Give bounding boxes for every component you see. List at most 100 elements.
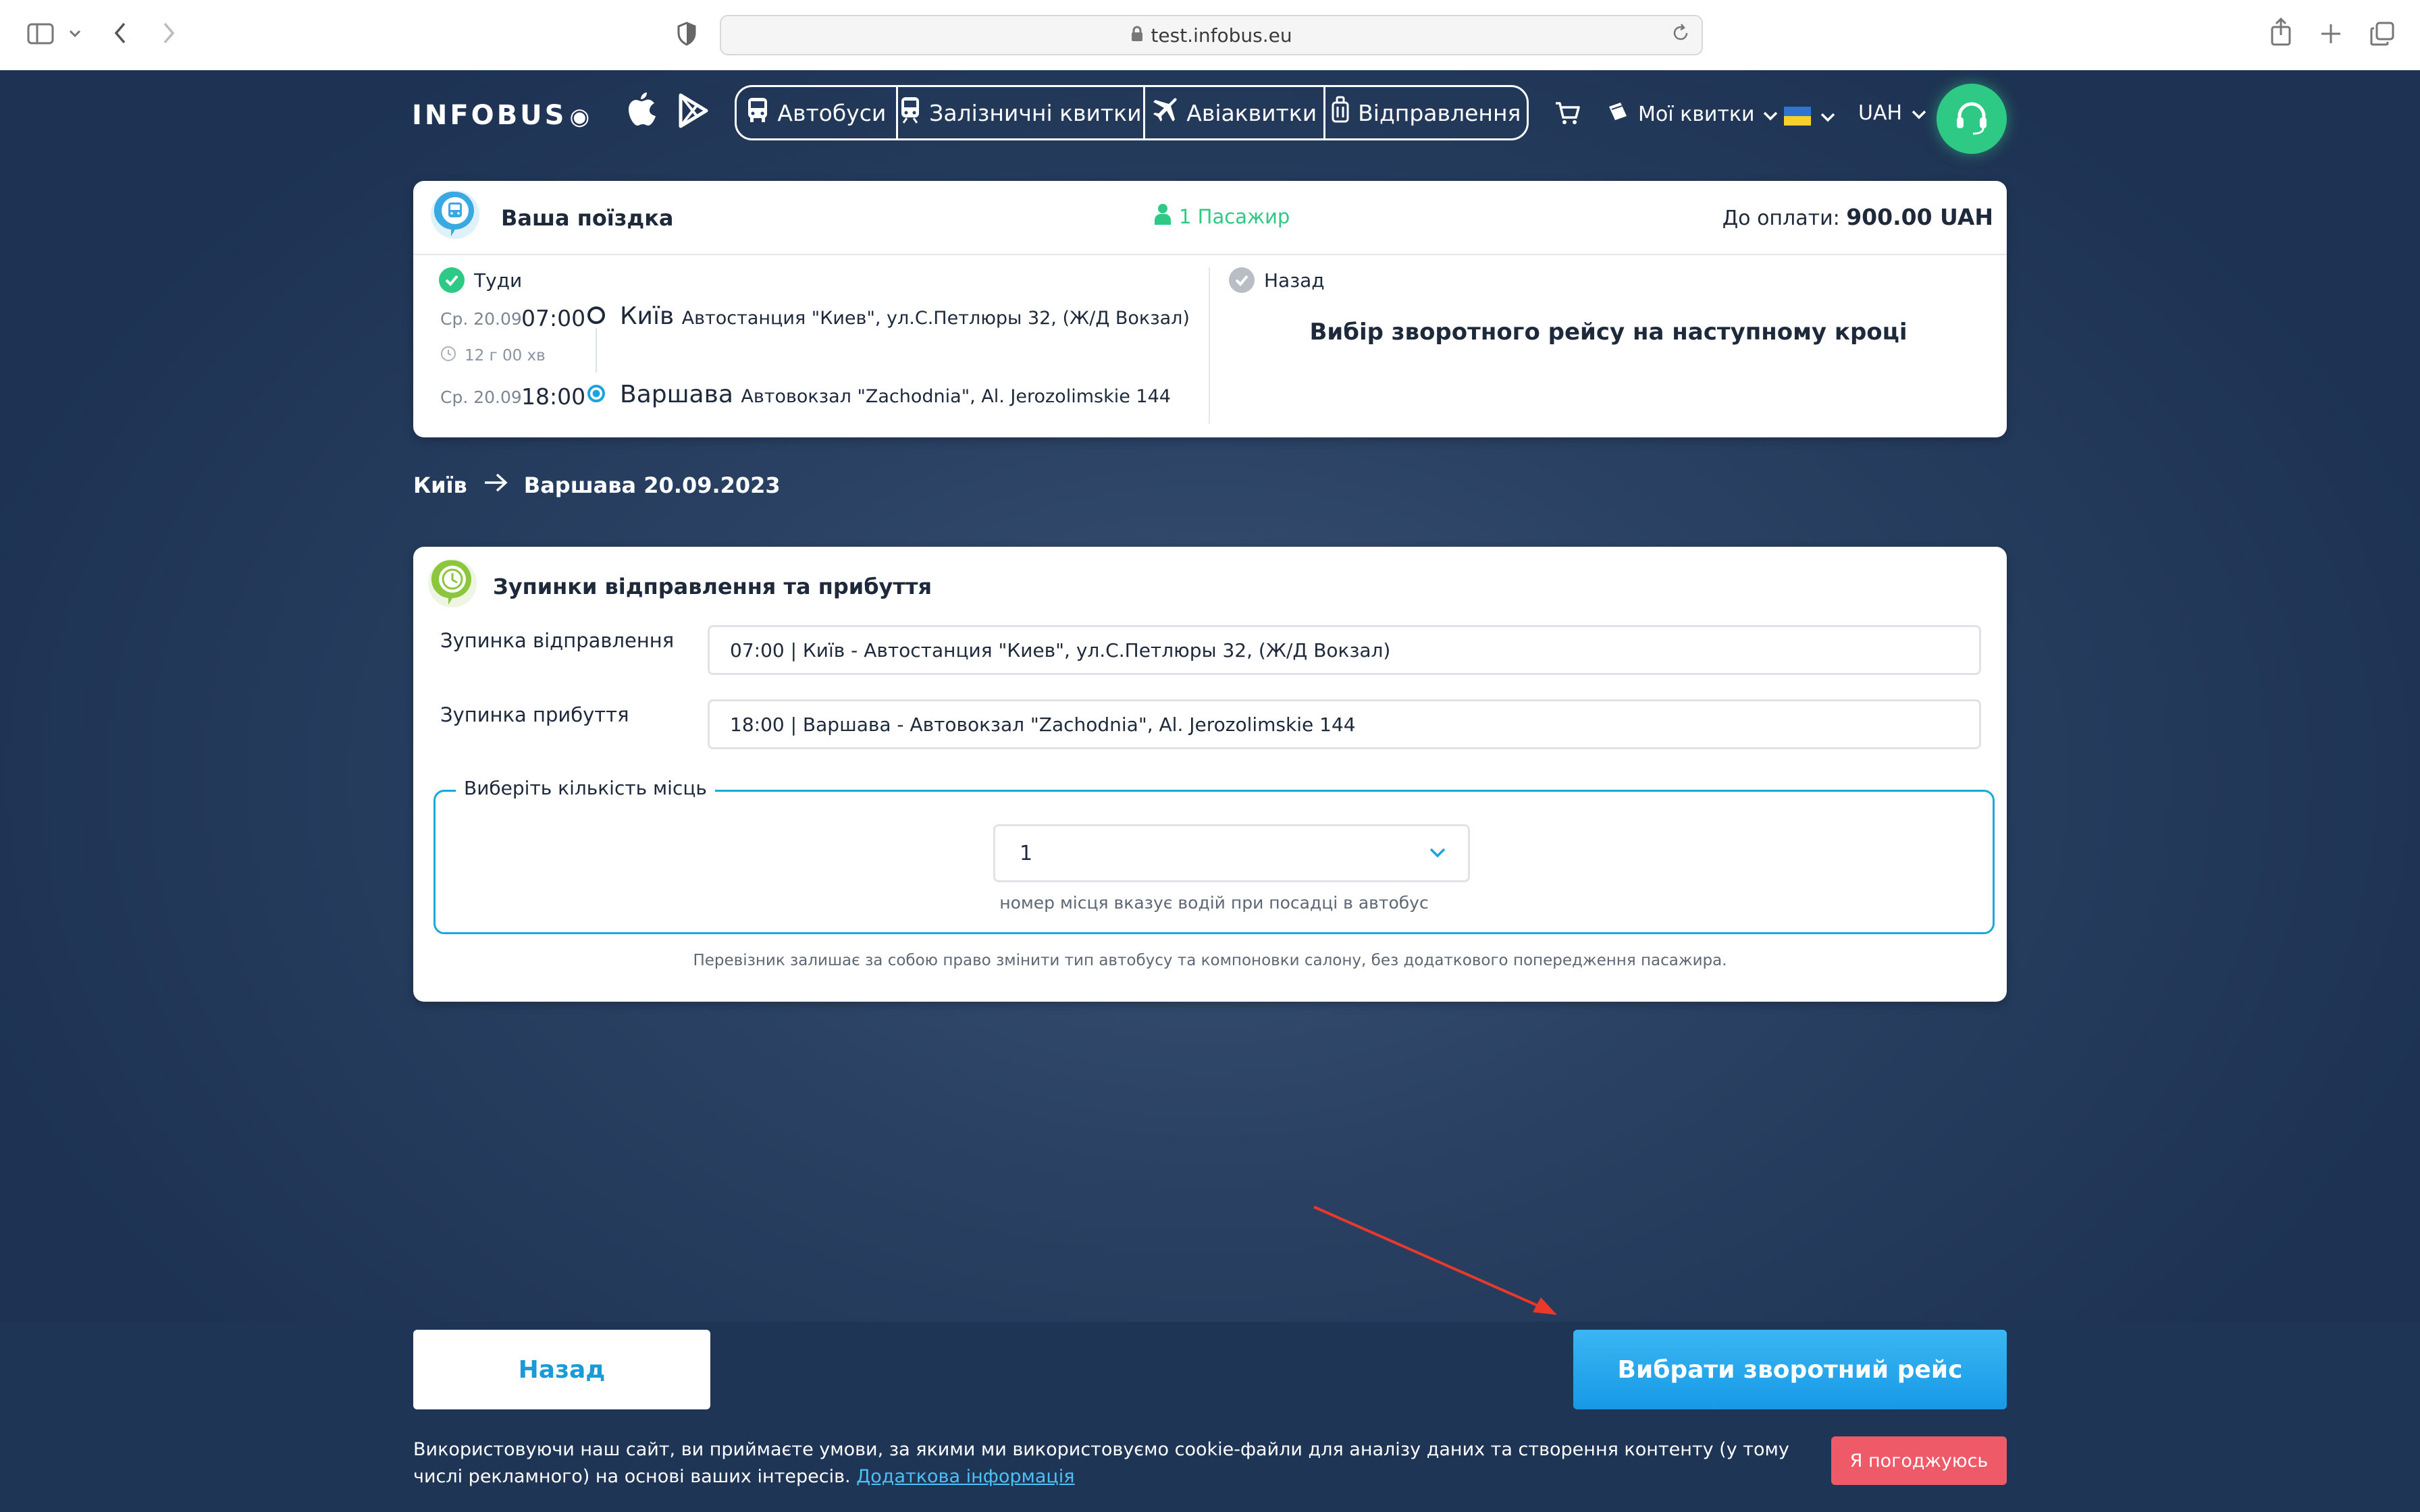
departure-city: Київ [620,302,675,330]
train-icon [899,96,929,130]
bus-icon [746,97,777,129]
chevron-down-icon [1763,103,1778,126]
outbound-label: Туди [439,267,522,293]
seat-hint: номер місця вказує водій при посадці в а… [999,893,1429,913]
chevron-down-icon [1427,842,1448,868]
route-heading: Київ Варшава 20.09.2023 [413,473,781,498]
cart-icon[interactable] [1554,101,1581,126]
departure-time: 07:00 [521,305,586,331]
nav-buses[interactable]: Автобуси [737,87,898,138]
nav-train-tickets[interactable]: Залізничні квитки [898,87,1145,138]
reload-icon[interactable] [1671,23,1691,48]
return-label: Назад [1229,267,1325,293]
trip-summary-card: Ваша поїздка 1 Пасажир До оплати: 900.00… [413,181,2007,437]
apple-icon[interactable] [627,90,659,131]
back-arrow-icon[interactable] [113,22,127,47]
seats-legend: Виберіть кількість місць [456,777,715,799]
cookie-agree-button[interactable]: Я погоджуюсь [1831,1436,2007,1485]
person-icon [1153,202,1179,230]
arrival-stop-label: Зупинка прибуття [440,703,629,726]
return-label-text: Назад [1264,269,1325,292]
currency-label: UAH [1858,101,1903,125]
departure-stop: Київ Автостанция "Киев", ул.С.Петлюры 32… [620,302,1190,330]
route-to-date: Варшава 20.09.2023 [523,473,781,498]
arrival-station: Автовокзал "Zachodnia", Al. Jerozolimski… [741,386,1171,407]
shield-icon[interactable] [677,22,697,49]
stops-title: Зупинки відправлення та прибуття [493,574,932,599]
clock-icon [440,346,456,366]
chevron-down-icon [1912,101,1926,125]
luggage-icon [1331,96,1358,130]
payment-amount: 900.00 UAH [1846,204,1993,230]
stops-card: Зупинки відправлення та прибуття Зупинка… [413,547,2007,1002]
browser-toolbar: test.infobus.eu [0,0,2420,72]
return-trip-message: Вибір зворотного рейсу на наступному кро… [1309,319,1908,346]
forward-arrow-icon[interactable] [162,22,176,47]
departure-point-icon [587,306,605,324]
arrival-point-icon [587,385,605,402]
ticket-icon [1607,101,1629,127]
trip-divider [1209,267,1210,424]
check-circle-icon [1229,267,1255,293]
cookie-notice-text: Використовуючи наш сайт, ви приймаєте ум… [413,1439,1789,1487]
arrow-right-icon [467,473,524,498]
check-circle-icon [439,267,465,293]
logo-text: INFOBUS [412,100,567,131]
arrival-city: Варшава [620,381,733,408]
arrival-stop-field[interactable]: 18:00 | Варшава - Автовокзал "Zachodnia"… [708,699,1981,749]
ukraine-flag-icon [1784,106,1811,126]
seat-count-select[interactable]: 1 [993,824,1470,882]
my-tickets-menu[interactable]: Мої квитки [1607,101,1778,127]
infobus-logo[interactable]: INFOBUS ◉ [412,100,593,131]
nav-train-label: Залізничні квитки [929,99,1142,126]
address-bar[interactable]: test.infobus.eu [720,15,1703,55]
chevron-down-icon [1820,104,1835,128]
my-tickets-label: Мої квитки [1638,102,1755,126]
passenger-count-label: 1 Пасажир [1179,205,1290,228]
route-line [596,328,597,373]
seats-fieldset: Виберіть кількість місць 1 номер місця в… [433,777,1995,934]
clock-badge-icon [428,559,477,608]
passenger-count[interactable]: 1 Пасажир [1153,202,1290,230]
tabs-overview-icon[interactable] [2370,22,2394,49]
new-tab-icon[interactable] [2320,23,2342,47]
headset-icon [1951,97,1992,140]
url-text: test.infobus.eu [1151,24,1292,47]
carrier-note: Перевізник залишає за собою право змінит… [693,952,1727,969]
share-icon[interactable] [2270,17,2292,49]
departure-station: Автостанция "Киев", ул.С.Петлюры 32, (Ж/… [681,308,1190,329]
arrival-stop: Варшава Автовокзал "Zachodnia", Al. Jero… [620,381,1171,408]
lock-icon [1130,24,1144,47]
nav-buses-label: Автобуси [777,99,887,126]
arrival-date: Ср. 20.09 [440,387,522,407]
cookie-more-info-link[interactable]: Додаткова інформація [856,1466,1074,1487]
trip-duration: 12 г 00 хв [440,346,546,366]
eye-logo-icon: ◉ [569,103,593,130]
google-play-icon[interactable] [678,93,709,131]
trip-summary-header: Ваша поїздка 1 Пасажир До оплати: 900.00… [413,181,2007,255]
chevron-down-icon[interactable] [69,28,81,41]
trip-title: Ваша поїздка [501,205,674,231]
choose-return-trip-button[interactable]: Вибрати зворотний рейс [1573,1330,2007,1409]
language-selector[interactable] [1784,104,1835,128]
nav-air-tickets[interactable]: Авіаквитки [1145,87,1325,138]
currency-selector[interactable]: UAH [1858,101,1926,125]
cookie-notice: Використовуючи наш сайт, ви приймаєте ум… [413,1436,1818,1490]
nav-air-label: Авіаквитки [1186,99,1317,126]
support-button[interactable] [1937,84,2007,154]
nav-shipments-label: Відправлення [1358,99,1521,126]
departure-date: Ср. 20.09 [440,309,522,329]
sidebar-toggle-icon[interactable] [27,23,54,47]
outbound-label-text: Туди [474,269,523,292]
route-from: Київ [413,473,467,498]
departure-stop-label: Зупинка відправлення [440,629,675,652]
bus-badge-icon [431,190,479,239]
trip-duration-text: 12 г 00 хв [465,347,546,364]
back-button[interactable]: Назад [413,1330,710,1409]
airplane-icon [1151,97,1186,129]
departure-stop-field[interactable]: 07:00 | Київ - Автостанция "Киев", ул.С.… [708,625,1981,675]
seat-count-value: 1 [1020,841,1033,865]
arrival-time: 18:00 [521,383,586,410]
nav-shipments[interactable]: Відправлення [1325,87,1527,138]
transport-nav: Автобуси Залізничні квитки Авіаквитки Ві… [735,85,1529,140]
